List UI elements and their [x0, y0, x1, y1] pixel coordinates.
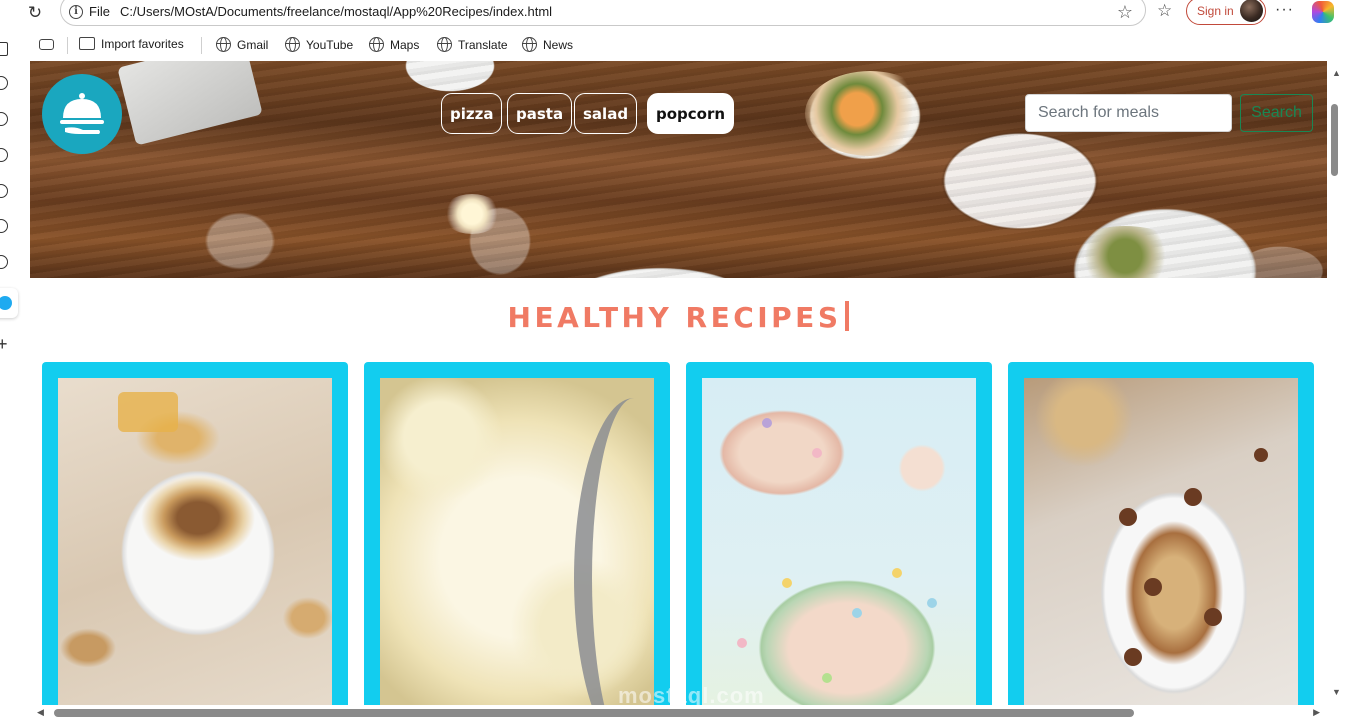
hero-food-decor	[805, 71, 935, 156]
url-text[interactable]: C:/Users/MOstA/Documents/freelance/mosta…	[120, 4, 552, 19]
horizontal-scroll-thumb[interactable]	[54, 709, 1134, 717]
vertical-scroll-thumb[interactable]	[1331, 104, 1338, 176]
recipe-card[interactable]	[42, 362, 348, 705]
scroll-left-icon[interactable]: ◀	[37, 707, 44, 718]
watermark: mostaql.com	[618, 683, 765, 705]
bookmark-divider	[201, 37, 202, 54]
add-icon[interactable]: +	[0, 334, 8, 355]
browser-sidebar: +	[0, 36, 20, 727]
copilot-icon[interactable]	[1312, 1, 1334, 23]
buttered-popcorn-bowl-photo[interactable]	[380, 378, 654, 705]
hero-candle-decor	[442, 194, 502, 234]
scroll-up-icon[interactable]: ▲	[1332, 68, 1341, 78]
candy-egg-decor	[927, 598, 937, 608]
recipe-card[interactable]	[364, 362, 670, 705]
section-title-text: HEALTHY RECIPES	[507, 301, 842, 334]
tab-actions-icon[interactable]	[0, 42, 8, 56]
globe-icon	[437, 37, 452, 52]
sign-in-label: Sign in	[1197, 4, 1234, 18]
favorites-icon[interactable]: ☆	[1157, 1, 1172, 21]
candy-cup-decor	[1119, 508, 1137, 526]
site-logo[interactable]	[42, 74, 122, 154]
candy-cup-decor	[1254, 448, 1268, 462]
sidebar-globe-icon[interactable]	[0, 255, 8, 269]
reading-view-icon[interactable]	[39, 39, 54, 50]
hero-header: pizza pasta salad popcorn Search	[30, 61, 1327, 278]
reload-icon[interactable]: ↻	[24, 2, 46, 24]
sidebar-globe-icon[interactable]	[0, 219, 8, 233]
sign-in-button[interactable]: Sign in	[1186, 0, 1266, 25]
category-salad-button[interactable]: salad	[574, 93, 638, 134]
candy-wrapper-decor	[118, 392, 178, 432]
candy-egg-decor	[852, 608, 862, 618]
bookmark-label: News	[543, 38, 574, 52]
globe-icon	[285, 37, 300, 52]
bookmark-youtube[interactable]: YouTube	[285, 37, 353, 52]
candy-egg-decor	[762, 418, 772, 428]
messenger-icon	[0, 296, 12, 310]
bookmark-translate[interactable]: Translate	[437, 37, 508, 52]
candy-cup-decor	[1204, 608, 1222, 626]
bookmark-label: Translate	[458, 38, 508, 52]
hero-food-decor	[1065, 226, 1185, 278]
candy-cup-decor	[1184, 488, 1202, 506]
easter-egg-candy-popcorn-photo[interactable]	[702, 378, 976, 705]
candy-egg-decor	[737, 638, 747, 648]
sidebar-active-tab[interactable]	[0, 288, 18, 318]
url-scheme-label: File	[89, 4, 110, 19]
sidebar-globe-icon[interactable]	[0, 112, 8, 126]
candy-cup-decor	[1124, 648, 1142, 666]
candy-egg-decor	[812, 448, 822, 458]
globe-icon	[216, 37, 231, 52]
serving-cloche-icon	[60, 93, 104, 134]
candy-cup-decor	[1144, 578, 1162, 596]
sidebar-globe-icon[interactable]	[0, 148, 8, 162]
candy-egg-decor	[822, 673, 832, 683]
bookmark-import-favorites[interactable]: Import favorites	[79, 37, 184, 51]
scroll-down-icon[interactable]: ▼	[1332, 687, 1341, 697]
horizontal-scrollbar[interactable]: ◀ ▶	[30, 705, 1327, 721]
candy-egg-decor	[782, 578, 792, 588]
bookmark-label: YouTube	[306, 38, 354, 52]
pot-rim-decor	[574, 398, 654, 705]
info-icon[interactable]: i	[69, 5, 83, 19]
globe-icon	[369, 37, 384, 52]
typing-caret	[845, 301, 850, 331]
more-menu-icon[interactable]: ···	[1275, 1, 1294, 19]
address-bar-row: ↻ i File C:/Users/MOstA/Documents/freela…	[0, 0, 1345, 26]
globe-icon	[522, 37, 537, 52]
category-pasta-button[interactable]: pasta	[507, 93, 573, 134]
recipe-card[interactable]	[686, 362, 992, 705]
bookmark-news[interactable]: News	[522, 37, 573, 52]
bookmark-label: Maps	[390, 38, 420, 52]
category-popcorn-button[interactable]: popcorn	[647, 93, 735, 134]
import-icon	[79, 37, 95, 50]
page-viewport: pizza pasta salad popcorn Search HEALTHY…	[30, 61, 1327, 705]
hero-napkin-decor	[117, 61, 263, 146]
caramel-candy-popcorn-photo[interactable]	[58, 378, 332, 705]
bookmark-maps[interactable]: Maps	[369, 37, 419, 52]
meal-search-input[interactable]	[1025, 94, 1232, 132]
sidebar-globe-icon[interactable]	[0, 184, 8, 198]
bookmark-label: Gmail	[237, 38, 269, 52]
bookmarks-bar: Import favorites Gmail YouTube Maps Tran…	[0, 30, 1345, 60]
recipe-grid	[42, 362, 1314, 705]
vertical-scrollbar[interactable]: ▲ ▼	[1327, 61, 1345, 705]
bookmark-label: Import favorites	[101, 37, 184, 51]
bookmark-divider	[67, 37, 68, 54]
favorite-star-icon[interactable]: ☆	[1117, 2, 1133, 23]
candy-egg-decor	[892, 568, 902, 578]
sidebar-globe-icon[interactable]	[0, 76, 8, 90]
recipe-card[interactable]	[1008, 362, 1314, 705]
avatar	[1240, 0, 1263, 22]
search-button[interactable]: Search	[1240, 94, 1313, 132]
bookmark-gmail[interactable]: Gmail	[216, 37, 268, 52]
section-title: HEALTHY RECIPES	[30, 301, 1327, 334]
category-pizza-button[interactable]: pizza	[441, 93, 503, 134]
peanut-butter-cup-popcorn-photo[interactable]	[1024, 378, 1298, 705]
scroll-right-icon[interactable]: ▶	[1313, 707, 1320, 718]
url-field[interactable]: i File C:/Users/MOstA/Documents/freelanc…	[60, 0, 1146, 26]
